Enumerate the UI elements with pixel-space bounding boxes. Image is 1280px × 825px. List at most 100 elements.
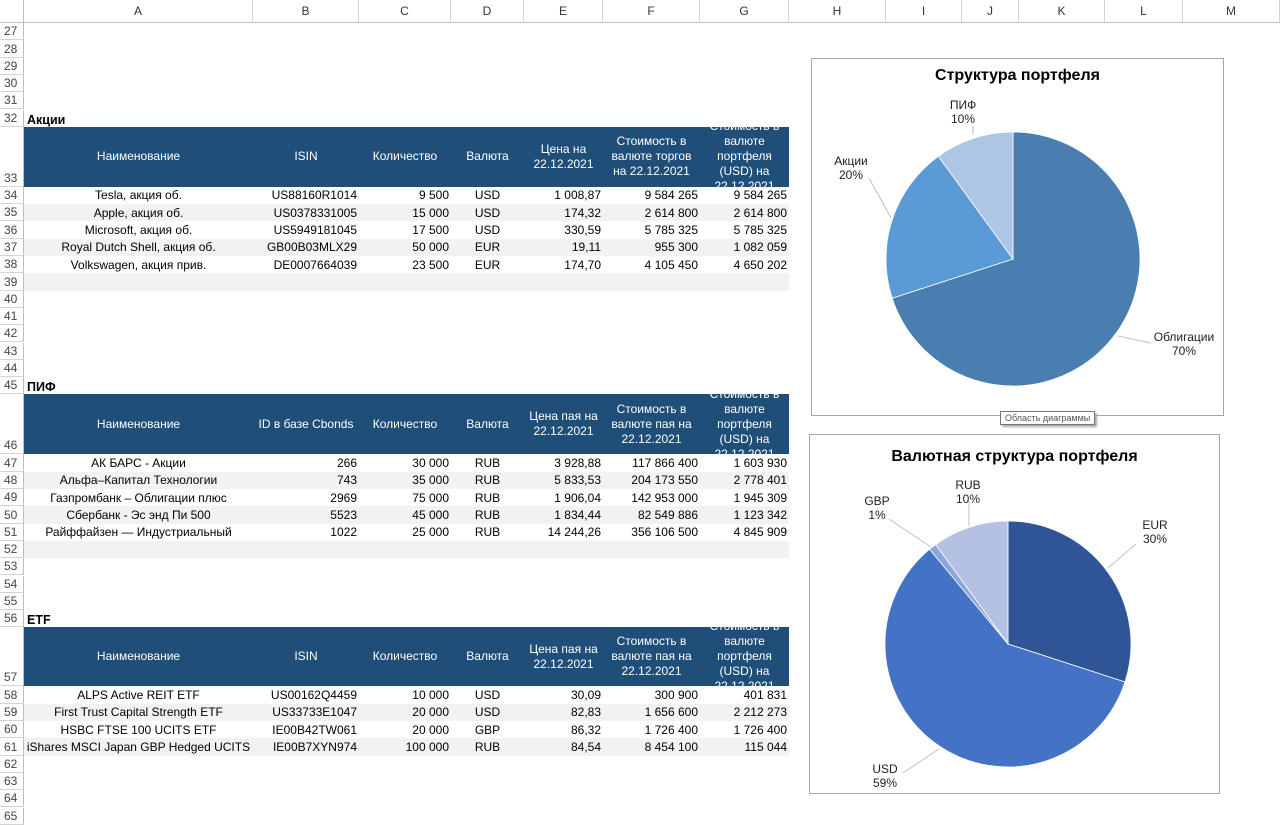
row-header-47[interactable]: 47 [0,454,24,472]
portfolio-structure-chart[interactable]: Структура портфеля Облигации 70% Акции 20% П… [811,58,1224,416]
column-header-H[interactable]: H [789,0,886,23]
column-header-G[interactable]: G [700,0,789,23]
row-header-39[interactable]: 39 [0,273,24,291]
table-cell[interactable]: USD [451,704,524,721]
table-cell[interactable]: 35 000 [359,472,451,489]
table-cell[interactable]: GB00B03MLX29 [253,239,359,256]
row-header-49[interactable]: 49 [0,489,24,507]
table-cell[interactable]: 17 500 [359,221,451,238]
table-cell[interactable]: 2 614 800 [603,204,700,221]
table-cell[interactable]: 5 785 325 [700,221,789,238]
column-header-A[interactable]: A [24,0,253,23]
table-cell[interactable]: 401 831 [700,686,789,703]
table-cell[interactable]: 8 454 100 [603,738,700,755]
table-cell[interactable]: 1 726 400 [700,721,789,738]
table-cell[interactable]: US88160R1014 [253,187,359,204]
table-cell[interactable]: US33733E1047 [253,704,359,721]
table-cell[interactable]: 15 000 [359,204,451,221]
table-cell[interactable]: 330,59 [524,221,603,238]
table-cell[interactable]: Volkswagen, акция прив. [24,256,253,273]
table-cell[interactable]: 50 000 [359,239,451,256]
table-cell[interactable]: 25 000 [359,524,451,541]
table-cell[interactable]: 86,32 [524,721,603,738]
row-header-55[interactable]: 55 [0,592,24,611]
row-header-64[interactable]: 64 [0,790,24,808]
table-cell[interactable]: 4 105 450 [603,256,700,273]
column-header-J[interactable]: J [962,0,1019,23]
currency-structure-chart[interactable]: Валютная структура портфеля EUR 30% USD 59%… [809,434,1220,794]
table-cell[interactable]: USD [451,187,524,204]
table-cell[interactable]: 300 900 [603,686,700,703]
table-cell[interactable]: US0378331005 [253,204,359,221]
table-cell[interactable]: 115 044 [700,738,789,755]
table-cell[interactable]: 743 [253,472,359,489]
table-cell[interactable]: 4 650 202 [700,256,789,273]
row-header-37[interactable]: 37 [0,238,24,256]
table-cell[interactable]: 117 866 400 [603,454,700,471]
table-cell[interactable]: 1 082 059 [700,239,789,256]
row-header-53[interactable]: 53 [0,558,24,576]
table-cell[interactable]: 100 000 [359,738,451,755]
row-header-54[interactable]: 54 [0,575,24,593]
row-header-61[interactable]: 61 [0,738,24,756]
row-header-32[interactable]: 32 [0,109,24,127]
table-cell[interactable]: АК БАРС - Акции [24,454,253,471]
column-header-I[interactable]: I [886,0,962,23]
data-label[interactable]: EUR 30% [1115,518,1195,546]
table-cell[interactable]: 30,09 [524,686,603,703]
table-cell[interactable]: Royal Dutch Shell, акция об. [24,239,253,256]
table-cell[interactable]: US00162Q4459 [253,686,359,703]
table-cell[interactable]: 1 726 400 [603,721,700,738]
table-cell[interactable]: 142 953 000 [603,489,700,506]
row-header-56[interactable]: 56 [0,610,24,628]
table-cell[interactable]: RUB [451,472,524,489]
row-header-46[interactable]: 46 [0,394,24,455]
table-cell[interactable]: First Trust Capital Strength ETF [24,704,253,721]
row-header-38[interactable]: 38 [0,256,24,274]
table-cell[interactable]: USD [451,204,524,221]
row-header-41[interactable]: 41 [0,307,24,326]
table-cell[interactable]: iShares MSCI Japan GBP Hedged UCITS [24,738,253,755]
data-label[interactable]: ПИФ 10% [923,98,1003,126]
table-cell[interactable]: RUB [451,454,524,471]
table-cell[interactable]: Tesla, акция об. [24,187,253,204]
table-cell[interactable]: Альфа–Капитал Технологии [24,472,253,489]
table-cell[interactable]: USD [451,686,524,703]
table-cell[interactable]: 3 928,88 [524,454,603,471]
row-header-43[interactable]: 43 [0,342,24,360]
table-cell[interactable]: Apple, акция об. [24,204,253,221]
table-cell[interactable]: EUR [451,256,524,273]
row-header-27[interactable]: 27 [0,23,24,41]
table-cell[interactable]: Газпромбанк – Облигации плюс [24,489,253,506]
row-header-65[interactable]: 65 [0,807,24,825]
table-cell[interactable]: 2 614 800 [700,204,789,221]
table-cell[interactable]: ALPS Active REIT ETF [24,686,253,703]
row-header-45[interactable]: 45 [0,377,24,395]
table-cell[interactable]: US5949181045 [253,221,359,238]
row-header-36[interactable]: 36 [0,221,24,239]
table-cell[interactable]: 19,11 [524,239,603,256]
table-cell[interactable]: Сбербанк - Эс энд Пи 500 [24,506,253,523]
table-cell[interactable]: 2 212 273 [700,704,789,721]
table-cell[interactable]: 1 656 600 [603,704,700,721]
table-cell[interactable]: 1 945 309 [700,489,789,506]
table-cell[interactable]: 10 000 [359,686,451,703]
table-cell[interactable]: RUB [451,489,524,506]
table-cell[interactable]: 5 785 325 [603,221,700,238]
table-cell[interactable]: 9 584 265 [700,187,789,204]
row-header-60[interactable]: 60 [0,721,24,739]
pie-plot-area[interactable] [812,59,1223,415]
column-header-C[interactable]: C [359,0,451,23]
table-cell[interactable]: 1 906,04 [524,489,603,506]
column-header-M[interactable]: M [1183,0,1280,23]
table-cell[interactable]: Microsoft, акция об. [24,221,253,238]
table-cell[interactable]: 75 000 [359,489,451,506]
table-cell[interactable]: 266 [253,454,359,471]
table-cell[interactable]: 9 500 [359,187,451,204]
table-cell[interactable]: 84,54 [524,738,603,755]
column-header-K[interactable]: K [1019,0,1105,23]
column-header-D[interactable]: D [451,0,524,23]
table-cell[interactable]: Райффайзен — Индустриальный [24,524,253,541]
column-header-B[interactable]: B [253,0,359,23]
data-label[interactable]: Акции 20% [811,154,891,182]
